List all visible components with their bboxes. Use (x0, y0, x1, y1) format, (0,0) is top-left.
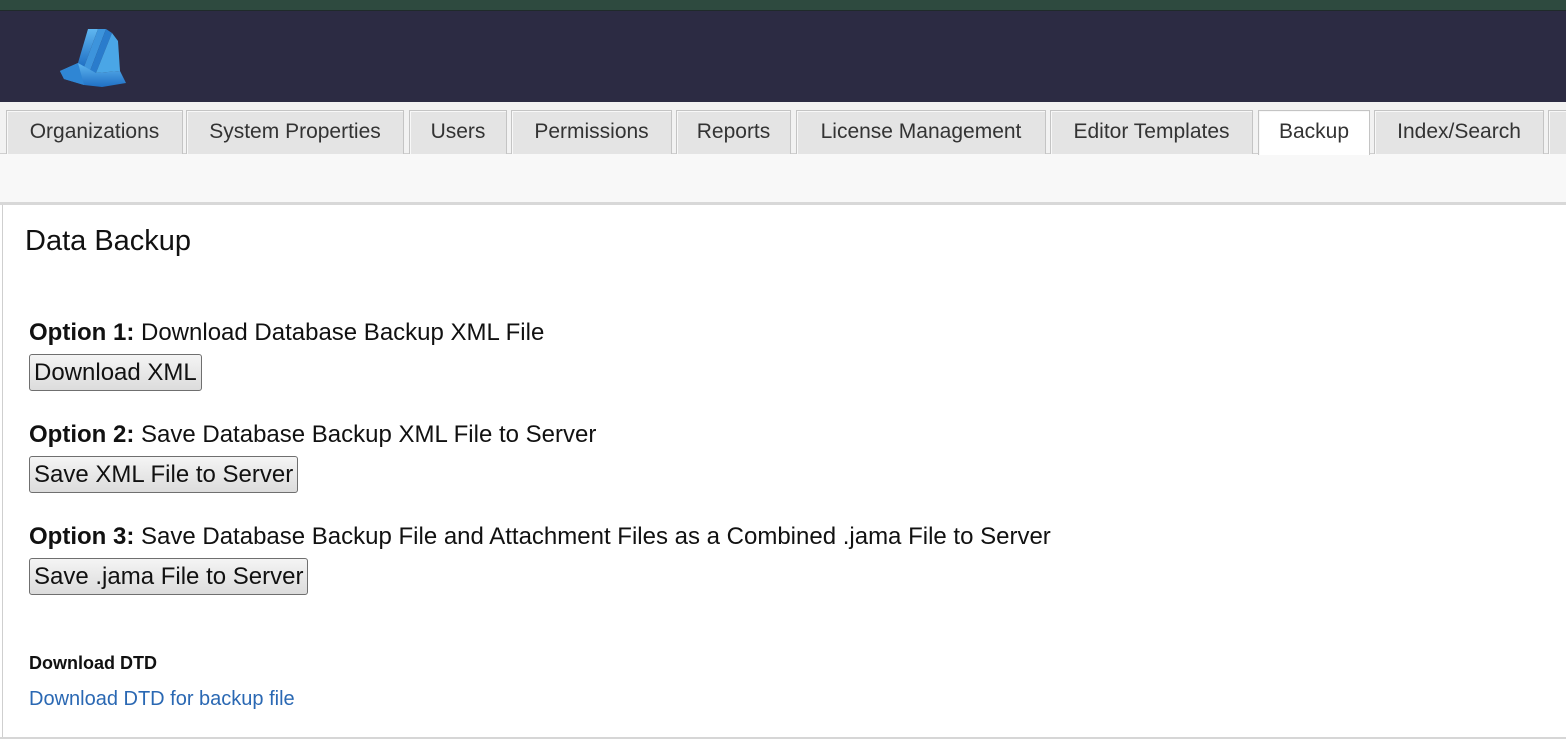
tab-license-management[interactable]: License Management (796, 110, 1046, 154)
dtd-heading: Download DTD (29, 653, 157, 673)
option-3-label: Option 3: (29, 523, 135, 550)
option-3-text: Save Database Backup File and Attachment… (134, 523, 1051, 550)
jama-logo-icon[interactable] (58, 27, 128, 89)
option-3-description: Option 3: Save Database Backup File and … (29, 523, 1051, 551)
option-2-description: Option 2: Save Database Backup XML File … (29, 421, 596, 449)
option-1-description: Option 1: Download Database Backup XML F… (29, 319, 544, 347)
option-1-text: Download Database Backup XML File (134, 319, 545, 346)
bottom-divider (0, 737, 1566, 739)
download-xml-button[interactable]: Download XML (29, 354, 202, 391)
app-header (0, 11, 1566, 102)
tab-index-search[interactable]: Index/Search (1374, 110, 1544, 154)
sub-toolbar (0, 154, 1566, 202)
tab-permissions[interactable]: Permissions (511, 110, 672, 154)
option-2-label: Option 2: (29, 421, 135, 448)
tab-overflow[interactable] (1548, 110, 1566, 154)
tab-organizations[interactable]: Organizations (6, 110, 183, 154)
backup-panel: Data Backup Option 1: Download Database … (2, 205, 1566, 738)
tab-backup[interactable]: Backup (1258, 110, 1370, 155)
tab-users[interactable]: Users (409, 110, 507, 154)
top-strip (0, 0, 1566, 11)
option-2-text: Save Database Backup XML File to Server (134, 421, 597, 448)
admin-tab-bar: Organizations System Properties Users Pe… (0, 102, 1566, 155)
option-1-label: Option 1: (29, 319, 135, 346)
save-jama-to-server-button[interactable]: Save .jama File to Server (29, 558, 309, 595)
save-xml-to-server-button[interactable]: Save XML File to Server (29, 456, 299, 493)
tab-editor-templates[interactable]: Editor Templates (1050, 110, 1253, 154)
page-title: Data Backup (25, 225, 192, 257)
tab-reports[interactable]: Reports (676, 110, 791, 154)
tab-system-properties[interactable]: System Properties (186, 110, 404, 154)
download-dtd-link[interactable]: Download DTD for backup file (29, 688, 295, 711)
